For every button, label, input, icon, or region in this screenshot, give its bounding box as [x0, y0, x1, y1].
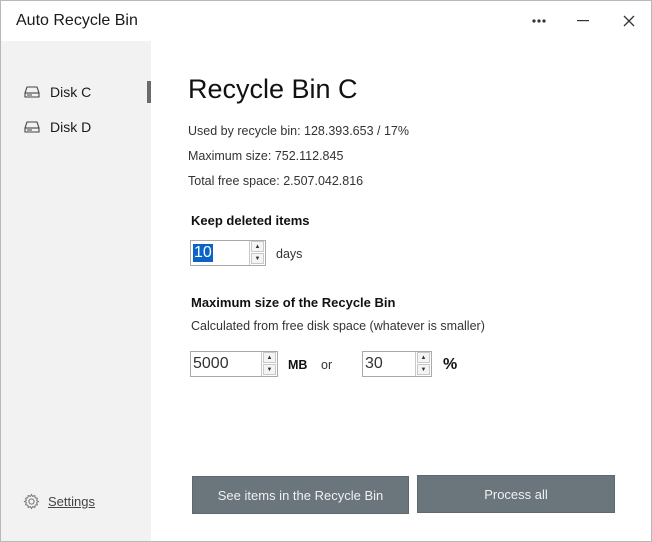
free-space-text: Total free space: 2.507.042.816 [188, 174, 364, 188]
percent-input[interactable]: 30 [365, 355, 383, 373]
days-unit-label: days [276, 247, 303, 261]
stepper-down-button[interactable]: ▼ [263, 364, 276, 375]
sidebar-item-label: Disk D [50, 119, 92, 135]
close-icon [623, 15, 635, 27]
days-input[interactable]: 10 [193, 244, 213, 262]
stepper-down-button[interactable]: ▼ [417, 364, 430, 375]
stepper-buttons: ▲ ▼ [415, 352, 431, 376]
sidebar-item-label: Disk C [50, 84, 92, 100]
stepper-down-button[interactable]: ▼ [251, 253, 264, 264]
used-size-text: Used by recycle bin: 128.393.653 / 17% [188, 124, 409, 138]
stepper-up-button[interactable]: ▲ [251, 241, 264, 252]
settings-label: Settings [48, 494, 95, 509]
max-size-heading: Maximum size of the Recycle Bin [191, 295, 396, 310]
mb-input[interactable]: 5000 [193, 355, 229, 373]
mb-unit-label: MB [288, 358, 308, 372]
mb-stepper[interactable]: 5000 ▲ ▼ [190, 351, 278, 377]
days-stepper[interactable]: 10 ▲ ▼ [190, 240, 266, 266]
max-size-text: Maximum size: 752.112.845 [188, 149, 344, 163]
or-label: or [321, 358, 333, 372]
stepper-up-button[interactable]: ▲ [417, 352, 430, 363]
percent-unit-label: % [443, 356, 458, 373]
minimize-button[interactable] [565, 7, 601, 35]
app-window: Auto Recycle Bin Disk C Disk D Settings … [0, 0, 652, 542]
app-title: Auto Recycle Bin [16, 12, 138, 29]
stepper-up-button[interactable]: ▲ [263, 352, 276, 363]
title-bar: Auto Recycle Bin [1, 1, 651, 41]
max-size-subtext: Calculated from free disk space (whateve… [191, 319, 485, 333]
see-items-button[interactable]: See items in the Recycle Bin [192, 476, 409, 514]
keep-deleted-heading: Keep deleted items [191, 213, 310, 228]
gear-icon [23, 493, 40, 510]
stepper-buttons: ▲ ▼ [249, 241, 265, 265]
process-all-button[interactable]: Process all [417, 475, 615, 513]
close-button[interactable] [611, 7, 647, 35]
sidebar-item-disk-d[interactable]: Disk D [1, 114, 151, 140]
minimize-icon [577, 20, 589, 22]
sidebar-item-disk-c[interactable]: Disk C [1, 79, 151, 105]
selection-indicator [147, 81, 151, 103]
more-options-button[interactable] [521, 7, 557, 35]
sidebar: Disk C Disk D Settings [1, 41, 151, 541]
page-title: Recycle Bin C [188, 74, 358, 104]
more-icon [532, 19, 546, 23]
drive-icon [24, 86, 40, 98]
stepper-buttons: ▲ ▼ [261, 352, 277, 376]
drive-icon [24, 121, 40, 133]
percent-stepper[interactable]: 30 ▲ ▼ [362, 351, 432, 377]
